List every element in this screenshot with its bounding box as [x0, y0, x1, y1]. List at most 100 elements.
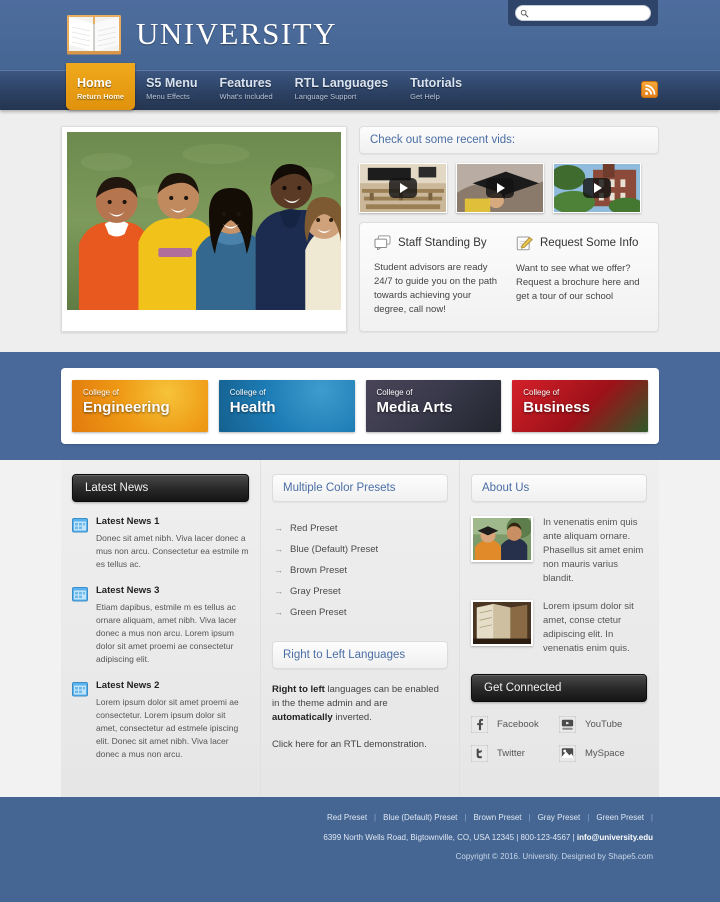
list-item[interactable]: Latest News 1 Donec sit amet nibh. Viva …	[72, 516, 249, 571]
rss-glyph	[644, 84, 655, 95]
preset-item-red[interactable]: Red Preset	[274, 518, 448, 539]
college-business[interactable]: College of Business	[512, 380, 648, 432]
footer-copyright: Copyright © 2016. University. Designed b…	[455, 852, 653, 861]
nav-desc: Language Support	[294, 92, 357, 101]
top-row: Check out some recent vids: Staff Standi…	[61, 126, 659, 332]
news-title[interactable]: Latest News 1	[96, 516, 249, 527]
top-content-strip: Check out some recent vids: Staff Standi…	[0, 110, 720, 352]
search-input[interactable]	[529, 6, 646, 20]
news-text: Donec sit amet nibh. Viva lacer donec a …	[96, 533, 249, 569]
footer-preset-gray[interactable]: Gray Preset	[531, 813, 588, 822]
rtl-text: Right to left languages can be enabled i…	[272, 683, 448, 725]
footer-inner: Red Preset | Blue (Default) Preset | Brown P…	[61, 811, 659, 861]
preset-item-brown[interactable]: Brown Preset	[274, 560, 448, 581]
hero-photo	[67, 132, 341, 310]
college-pre: College of	[523, 388, 560, 397]
info-head: Request Some Info	[516, 235, 644, 251]
hero-right-column: Check out some recent vids: Staff Standi…	[359, 126, 659, 332]
library-books-photo	[471, 600, 533, 646]
nav-label: RTL Languages	[294, 76, 389, 90]
play-icon[interactable]	[389, 178, 417, 198]
nav-desc: Get Help	[410, 92, 440, 101]
rss-icon[interactable]	[641, 81, 658, 98]
footer-email[interactable]: info@university.edu	[577, 833, 653, 842]
college-pre: College of	[376, 388, 413, 397]
twitter-icon	[471, 745, 488, 762]
about-us-title: About Us	[471, 474, 647, 502]
social-label: MySpace	[585, 748, 625, 759]
rtl-demo-link[interactable]: Click here for an RTL demonstration.	[272, 739, 448, 750]
college-name: Business	[523, 399, 590, 416]
news-text: Lorem ipsum dolor sit amet proemi ae con…	[96, 697, 239, 759]
videos-title: Check out some recent vids:	[370, 134, 516, 146]
info-title: Staff Standing By	[398, 236, 487, 249]
college-name: Health	[229, 399, 276, 416]
get-connected-block: Get Connected Facebook YouTube Twitter M…	[471, 674, 647, 774]
college-media-arts[interactable]: College of Media Arts	[365, 380, 502, 432]
chat-bubbles-icon	[374, 235, 391, 250]
social-label: Twitter	[497, 748, 525, 759]
college-engineering[interactable]: College of Engineering	[72, 380, 208, 432]
info-col-request: Request Some Info Want to see what we of…	[516, 235, 644, 317]
notepad-pencil-icon	[516, 236, 533, 251]
preset-item-blue[interactable]: Blue (Default) Preset	[274, 539, 448, 560]
social-link-youtube[interactable]: YouTube	[559, 716, 647, 733]
nav-item-s5-menu[interactable]: S5 Menu Menu Effects	[135, 71, 208, 110]
nav-item-rtl-languages[interactable]: RTL Languages Language Support	[284, 71, 400, 110]
info-title: Request Some Info	[540, 237, 639, 249]
college-name: Engineering	[83, 399, 170, 416]
nav-items: Home Return Home S5 Menu Menu Effects Fe…	[0, 63, 720, 110]
column-presets: Multiple Color Presets Red Preset Blue (…	[260, 460, 459, 797]
presets-title: Multiple Color Presets	[272, 474, 448, 502]
college-name: Media Arts	[376, 399, 453, 416]
hero-photo-frame	[61, 126, 347, 332]
video-thumb-classroom[interactable]	[359, 163, 447, 213]
search-box[interactable]	[515, 5, 651, 21]
footer-preset-brown[interactable]: Brown Preset	[466, 813, 528, 822]
footer-preset-blue[interactable]: Blue (Default) Preset	[376, 813, 464, 822]
open-book-icon	[67, 15, 121, 55]
social-link-facebook[interactable]: Facebook	[471, 716, 559, 733]
about-item: Lorem ipsum dolor sit amet, conse ctetur…	[471, 600, 647, 656]
preset-item-gray[interactable]: Gray Preset	[274, 581, 448, 602]
footer-address-text: 6399 North Wells Road, Bigtownville, CO,…	[323, 833, 577, 842]
footer-preset-links: Red Preset | Blue (Default) Preset | Brown P…	[61, 811, 653, 825]
bottom-modules-inner: Latest News Latest News 1 Donec sit amet…	[61, 460, 659, 797]
footer-preset-red[interactable]: Red Preset	[320, 813, 374, 822]
nav-item-features[interactable]: Features What's Included	[209, 71, 284, 110]
video-thumbnails	[359, 163, 659, 213]
footer-preset-green[interactable]: Green Preset	[589, 813, 651, 822]
play-icon[interactable]	[583, 178, 611, 198]
nav-item-home[interactable]: Home Return Home	[66, 63, 136, 110]
nav-desc: Return Home	[77, 92, 125, 101]
site-footer: Red Preset | Blue (Default) Preset | Brown P…	[0, 797, 720, 902]
news-body: Latest News 3 Etiam dapibus, estmile m e…	[96, 585, 249, 666]
news-title[interactable]: Latest News 2	[96, 680, 249, 691]
news-text: Etiam dapibus, estmile m es tellus ac or…	[96, 602, 237, 664]
info-col-staff: Staff Standing By Student advisors are r…	[374, 235, 502, 317]
search-icon	[520, 9, 529, 17]
college-pre: College of	[229, 388, 266, 397]
facebook-icon	[471, 716, 488, 733]
video-thumb-graduation[interactable]	[456, 163, 544, 213]
site-logo[interactable]: UNIVERSITY	[66, 12, 337, 56]
news-title[interactable]: Latest News 3	[96, 585, 249, 596]
info-head: Staff Standing By	[374, 235, 502, 250]
nav-desc: What's Included	[219, 92, 273, 101]
video-thumb-campus[interactable]	[553, 163, 641, 213]
social-label: YouTube	[585, 719, 623, 730]
divider: |	[650, 813, 653, 822]
college-health[interactable]: College of Health	[218, 380, 355, 432]
list-item[interactable]: Latest News 2 Lorem ipsum dolor sit amet…	[72, 680, 249, 761]
nav-item-tutorials[interactable]: Tutorials Get Help	[399, 71, 473, 110]
news-body: Latest News 1 Donec sit amet nibh. Viva …	[96, 516, 249, 571]
list-item[interactable]: Latest News 3 Etiam dapibus, estmile m e…	[72, 585, 249, 666]
social-link-myspace[interactable]: MySpace	[559, 745, 647, 762]
social-link-twitter[interactable]: Twitter	[471, 745, 559, 762]
preset-item-green[interactable]: Green Preset	[274, 602, 448, 623]
about-text: In venenatis enim quis ante aliquam orna…	[543, 517, 644, 584]
play-icon[interactable]	[486, 178, 514, 198]
info-text: Student advisors are ready 24/7 to guide…	[374, 262, 498, 315]
about-text: Lorem ipsum dolor sit amet, conse ctetur…	[543, 601, 634, 654]
site-header: UNIVERSITY	[0, 0, 720, 70]
